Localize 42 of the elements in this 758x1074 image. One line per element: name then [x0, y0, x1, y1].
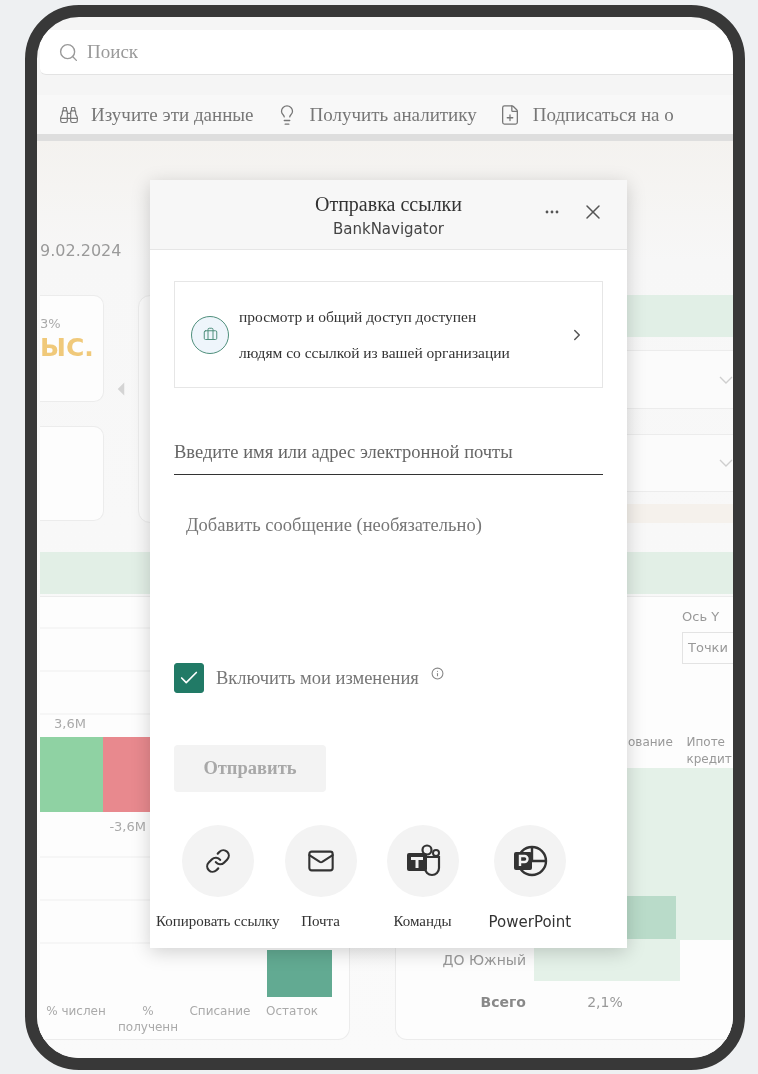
toolbar-button[interactable]: Получить аналитику: [275, 103, 477, 126]
share-option[interactable]: Команды: [386, 825, 459, 931]
teams-logo-icon: [404, 844, 441, 878]
data-label: 3,6M: [54, 716, 86, 731]
access-settings-button[interactable]: просмотр и общий доступ доступен людям со ссылкой из вашей организации: [174, 281, 603, 388]
row-label: ДО Южный: [441, 952, 527, 968]
dialog-title: Отправка ссылки: [314, 193, 463, 216]
info-icon: [430, 666, 444, 680]
search-field[interactable]: Поиск: [40, 30, 733, 75]
share-option[interactable]: Почта: [284, 825, 357, 931]
toolbar-button[interactable]: Подписаться на о: [498, 103, 674, 126]
table-cell-text: 2,1%: [586, 993, 624, 1012]
powerpoint-logo-icon: [511, 843, 548, 879]
chevron-down-icon: [719, 375, 733, 384]
link-icon: [204, 848, 231, 874]
more-icon: [545, 210, 559, 214]
category-label: Списание: [188, 1003, 252, 1020]
kpi-value: ЫС.: [40, 333, 95, 362]
access-text: просмотр и общий доступ доступен людям со ссылкой из вашей организации: [239, 306, 511, 363]
toolbar-button[interactable]: Изучите эти данные: [59, 103, 254, 126]
dialog-subtitle: BankNavigator: [332, 220, 445, 238]
axis-select[interactable]: Точки: [682, 632, 733, 664]
checkbox-label: Включить мои изменения: [216, 667, 419, 689]
row-label: Всего: [479, 994, 527, 1010]
column-header: Ипоте кредит: [686, 734, 733, 768]
search-icon: [58, 41, 79, 63]
column-header: ование: [628, 734, 674, 751]
checkbox[interactable]: [174, 663, 204, 693]
category-label: % числен: [45, 1003, 107, 1020]
share-option[interactable]: PowerPoint: [488, 825, 572, 931]
data-label: -3,6M: [109, 819, 146, 834]
total-bar: [267, 950, 332, 997]
more-button[interactable]: [545, 210, 559, 214]
category-label: % полученн: [116, 1003, 180, 1035]
category-label: Остаток: [265, 1003, 319, 1020]
date-text: 9.02.2024: [40, 241, 122, 262]
briefcase-icon: [191, 315, 229, 354]
kpi-caption: 3%: [40, 316, 62, 331]
chevron-down-icon: [719, 459, 733, 467]
binoculars-icon: [59, 104, 79, 125]
axis-label: Ось Y: [682, 609, 721, 624]
share-option[interactable]: Копировать ссылку: [156, 825, 280, 931]
